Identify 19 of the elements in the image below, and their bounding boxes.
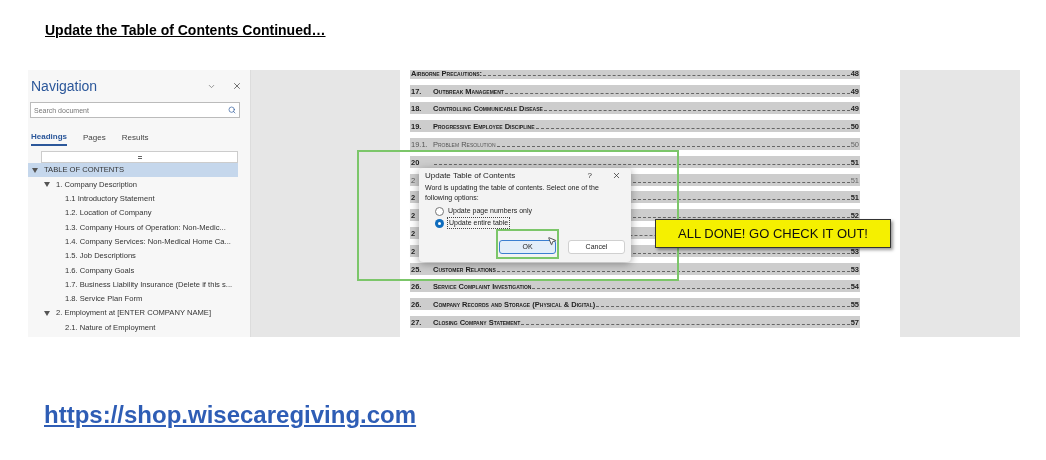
radio-button[interactable] xyxy=(435,206,444,216)
search-icon[interactable] xyxy=(228,106,236,114)
pane-tab[interactable]: Pages xyxy=(83,130,106,146)
collapse-icon[interactable] xyxy=(137,155,142,159)
radio-button[interactable] xyxy=(435,218,444,228)
help-button[interactable]: ? xyxy=(587,169,592,182)
close-icon[interactable] xyxy=(232,81,242,91)
callout-text: ALL DONE! GO CHECK IT OUT! xyxy=(678,224,868,243)
expanded-triangle-icon[interactable] xyxy=(44,310,50,316)
pane-tab[interactable]: Headings xyxy=(31,130,67,146)
pane-title: Navigation xyxy=(31,76,99,96)
website-link[interactable]: https://shop.wisecaregiving.com xyxy=(44,401,417,428)
pane-tab[interactable]: Results xyxy=(121,130,149,146)
expanded-triangle-icon[interactable] xyxy=(44,181,50,187)
mouse-pointer-icon xyxy=(547,236,557,246)
close-icon[interactable] xyxy=(612,171,621,180)
expanded-triangle-icon[interactable] xyxy=(32,167,38,173)
page-heading: Update the Table of Contents Continued… xyxy=(45,22,326,38)
dialog-title: Update Table of Contents xyxy=(425,169,517,182)
